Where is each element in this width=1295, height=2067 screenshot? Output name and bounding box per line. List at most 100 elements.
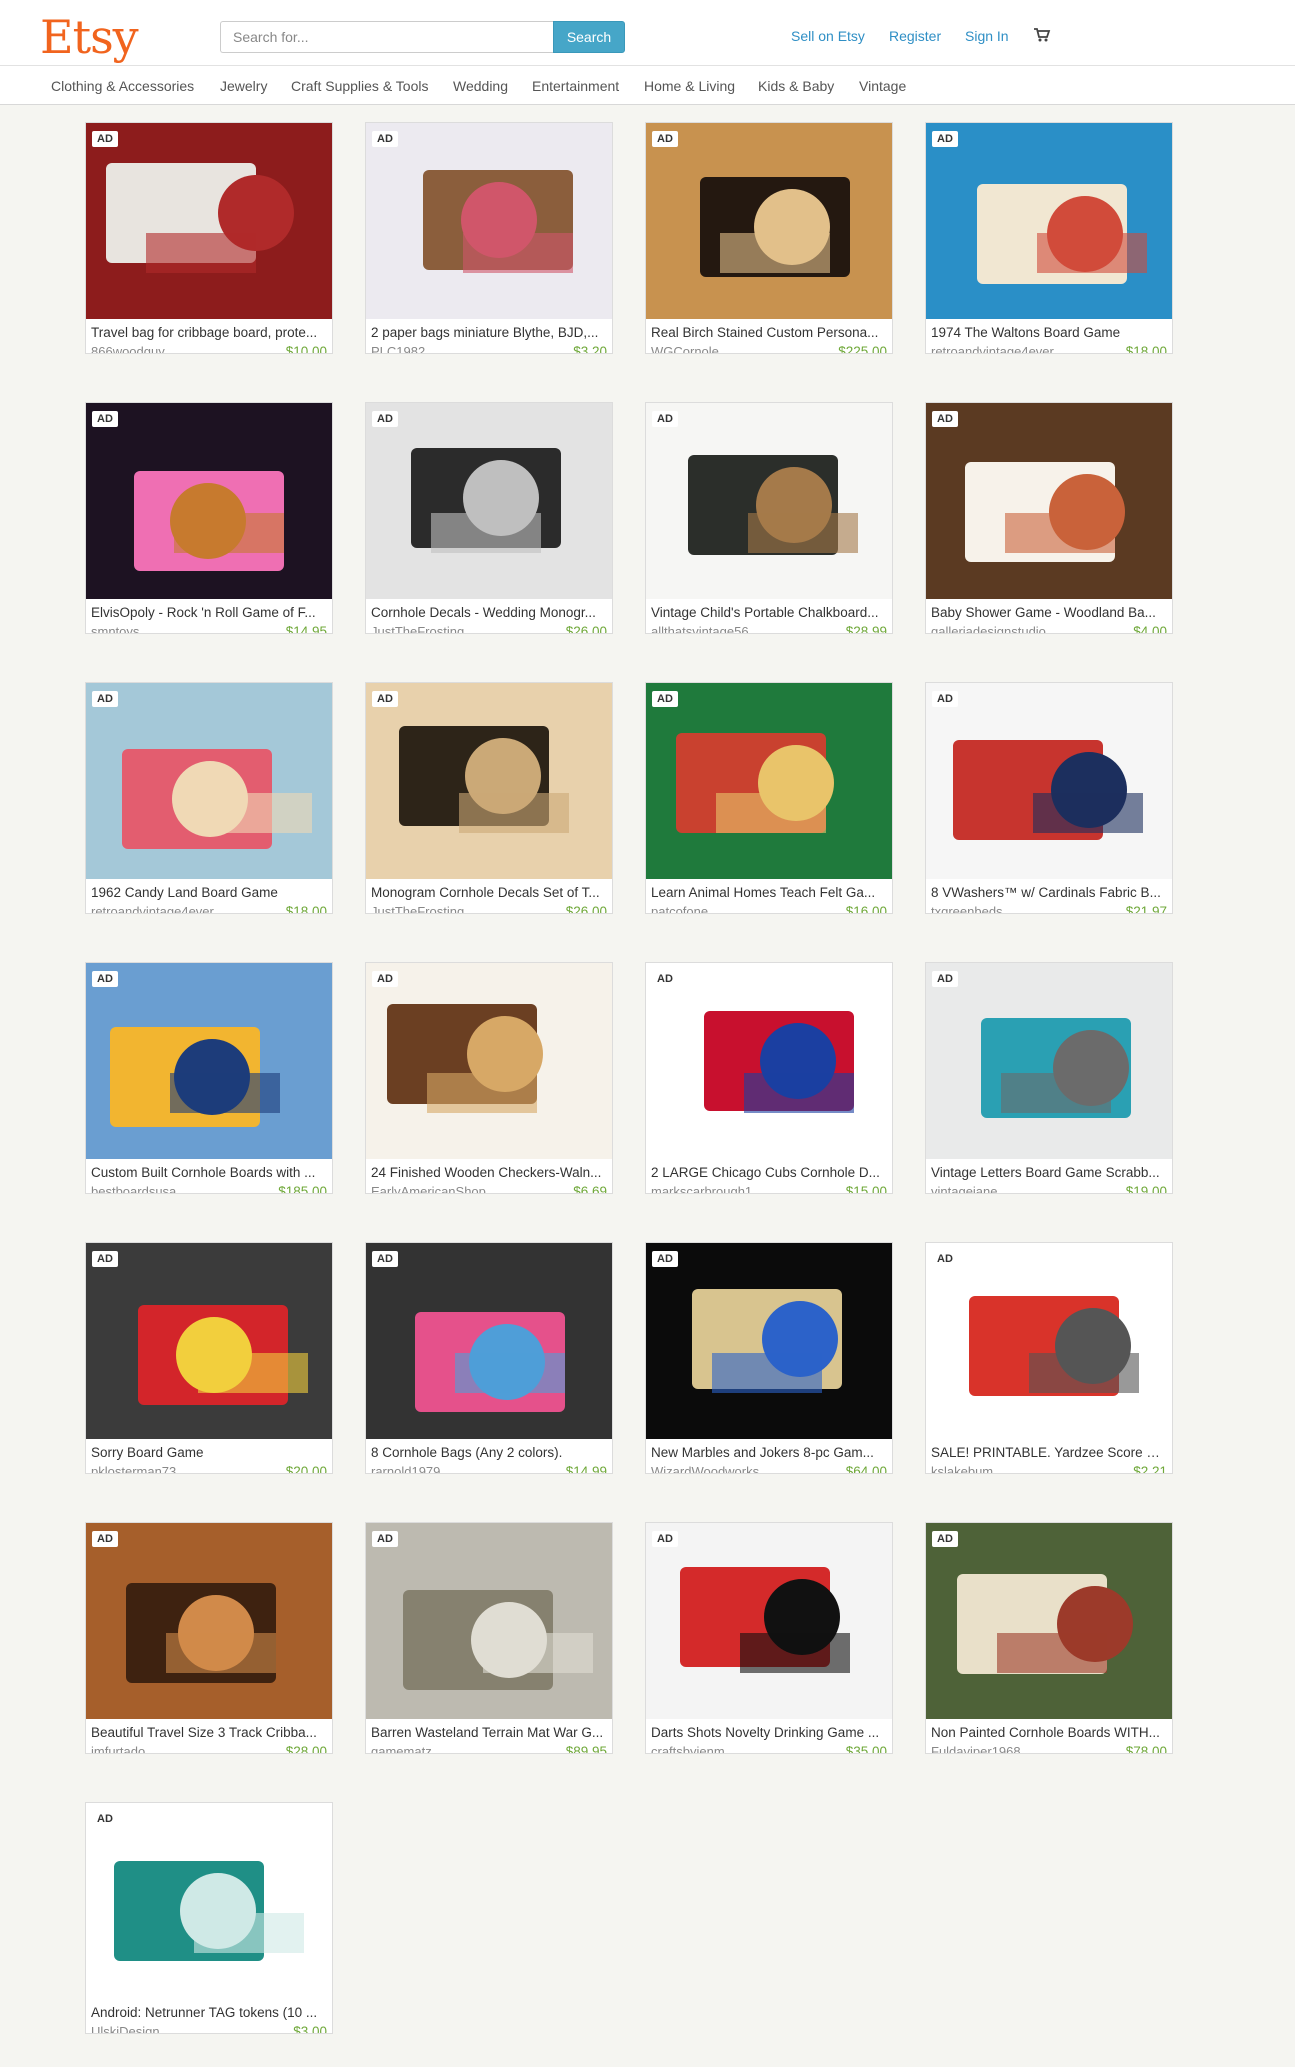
listing-shop-name[interactable]: patcofone	[651, 904, 801, 913]
listing-shop-name[interactable]: retroandvintage4ever	[931, 344, 1081, 353]
listing-card[interactable]: AD Barren Wasteland Terrain Mat War G... g…	[365, 1522, 613, 1754]
listing-shop-name[interactable]: allthatsvintage56	[651, 624, 801, 633]
listing-card[interactable]: AD New Marbles and Jokers 8-pc Gam... Wiza…	[645, 1242, 893, 1474]
listing-shop-name[interactable]: txgreenbeds	[931, 904, 1081, 913]
listing-image[interactable]	[646, 1243, 892, 1439]
listing-card[interactable]: AD Android: Netrunner TAG tokens (10 ... U…	[85, 1802, 333, 2034]
listing-title[interactable]: Custom Built Cornhole Boards with ...	[91, 1165, 327, 1180]
listing-image[interactable]	[926, 123, 1172, 319]
listing-image[interactable]	[366, 963, 612, 1159]
category-craft-supplies-tools[interactable]: Craft Supplies & Tools	[291, 78, 428, 94]
listing-image[interactable]	[366, 1523, 612, 1719]
listing-image[interactable]	[366, 1243, 612, 1439]
listing-card[interactable]: AD 1962 Candy Land Board Game retroandvint…	[85, 682, 333, 914]
listing-image[interactable]	[366, 683, 612, 879]
category-jewelry[interactable]: Jewelry	[220, 78, 267, 94]
listing-card[interactable]: AD 1974 The Waltons Board Game retroandvin…	[925, 122, 1173, 354]
category-vintage[interactable]: Vintage	[859, 78, 906, 94]
listing-card[interactable]: AD Learn Animal Homes Teach Felt Ga... pat…	[645, 682, 893, 914]
listing-shop-name[interactable]: craftsbyjenm	[651, 1744, 801, 1753]
listing-title[interactable]: 2 LARGE Chicago Cubs Cornhole D...	[651, 1165, 887, 1180]
listing-card[interactable]: AD Darts Shots Novelty Drinking Game ... c…	[645, 1522, 893, 1754]
listing-image[interactable]	[86, 1803, 332, 1999]
listing-shop-name[interactable]: kslakebum	[931, 1464, 1081, 1473]
listing-image[interactable]	[86, 963, 332, 1159]
listing-shop-name[interactable]: JustTheFrosting	[371, 624, 521, 633]
listing-image[interactable]	[926, 963, 1172, 1159]
listing-title[interactable]: Non Painted Cornhole Boards WITH...	[931, 1725, 1167, 1740]
listing-title[interactable]: 24 Finished Wooden Checkers-Waln...	[371, 1165, 607, 1180]
listing-shop-name[interactable]: rarnold1979	[371, 1464, 521, 1473]
listing-card[interactable]: AD Vintage Child's Portable Chalkboard...…	[645, 402, 893, 634]
listing-shop-name[interactable]: WGCornole	[651, 344, 801, 353]
listing-shop-name[interactable]: vintagejane	[931, 1184, 1081, 1193]
listing-card[interactable]: AD Non Painted Cornhole Boards WITH... Ful…	[925, 1522, 1173, 1754]
listing-card[interactable]: AD Baby Shower Game - Woodland Ba... galle…	[925, 402, 1173, 634]
listing-shop-name[interactable]: JustTheFrosting	[371, 904, 521, 913]
listing-title[interactable]: New Marbles and Jokers 8-pc Gam...	[651, 1445, 887, 1460]
listing-image[interactable]	[86, 1523, 332, 1719]
listing-title[interactable]: Darts Shots Novelty Drinking Game ...	[651, 1725, 887, 1740]
listing-image[interactable]	[926, 683, 1172, 879]
listing-image[interactable]	[86, 123, 332, 319]
listing-title[interactable]: ElvisOpoly - Rock 'n Roll Game of F...	[91, 605, 327, 620]
listing-image[interactable]	[926, 1243, 1172, 1439]
listing-title[interactable]: Vintage Child's Portable Chalkboard...	[651, 605, 887, 620]
listing-image[interactable]	[366, 403, 612, 599]
listing-image[interactable]	[646, 1523, 892, 1719]
listing-title[interactable]: Beautiful Travel Size 3 Track Cribba...	[91, 1725, 327, 1740]
listing-card[interactable]: AD 8 Cornhole Bags (Any 2 colors). rarnold…	[365, 1242, 613, 1474]
listing-card[interactable]: AD 2 LARGE Chicago Cubs Cornhole D... mark…	[645, 962, 893, 1194]
listing-card[interactable]: AD SALE! PRINTABLE. Yardzee Score C... ksl…	[925, 1242, 1173, 1474]
listing-card[interactable]: AD ElvisOpoly - Rock 'n Roll Game of F...…	[85, 402, 333, 634]
sell-on-etsy-link[interactable]: Sell on Etsy	[791, 28, 865, 44]
listing-title[interactable]: Barren Wasteland Terrain Mat War G...	[371, 1725, 607, 1740]
cart-icon[interactable]	[1033, 27, 1051, 43]
listing-title[interactable]: Cornhole Decals - Wedding Monogr...	[371, 605, 607, 620]
listing-shop-name[interactable]: bestboardsusa	[91, 1184, 241, 1193]
listing-title[interactable]: SALE! PRINTABLE. Yardzee Score C...	[931, 1445, 1167, 1460]
sign-in-link[interactable]: Sign In	[965, 28, 1009, 44]
listing-image[interactable]	[646, 683, 892, 879]
category-entertainment[interactable]: Entertainment	[532, 78, 619, 94]
category-kids-baby[interactable]: Kids & Baby	[758, 78, 834, 94]
listing-image[interactable]	[366, 123, 612, 319]
listing-card[interactable]: AD Vintage Letters Board Game Scrabb... vi…	[925, 962, 1173, 1194]
listing-image[interactable]	[926, 1523, 1172, 1719]
listing-title[interactable]: Vintage Letters Board Game Scrabb...	[931, 1165, 1167, 1180]
listing-image[interactable]	[926, 403, 1172, 599]
listing-image[interactable]	[646, 403, 892, 599]
listing-shop-name[interactable]: WizardWoodworks	[651, 1464, 801, 1473]
listing-shop-name[interactable]: EarlyAmericanShop	[371, 1184, 521, 1193]
listing-card[interactable]: AD Beautiful Travel Size 3 Track Cribba..…	[85, 1522, 333, 1754]
listing-title[interactable]: 8 VWashers™ w/ Cardinals Fabric B...	[931, 885, 1167, 900]
listing-title[interactable]: 1962 Candy Land Board Game	[91, 885, 327, 900]
listing-shop-name[interactable]: jmfurtado	[91, 1744, 241, 1753]
listing-shop-name[interactable]: Fuldaviper1968	[931, 1744, 1081, 1753]
category-wedding[interactable]: Wedding	[453, 78, 508, 94]
listing-image[interactable]	[86, 403, 332, 599]
listing-title[interactable]: Learn Animal Homes Teach Felt Ga...	[651, 885, 887, 900]
register-link[interactable]: Register	[889, 28, 941, 44]
listing-image[interactable]	[646, 123, 892, 319]
listing-title[interactable]: Baby Shower Game - Woodland Ba...	[931, 605, 1167, 620]
listing-title[interactable]: 1974 The Waltons Board Game	[931, 325, 1167, 340]
listing-card[interactable]: AD Custom Built Cornhole Boards with ... b…	[85, 962, 333, 1194]
listing-shop-name[interactable]: gamematz	[371, 1744, 521, 1753]
listing-card[interactable]: AD 8 VWashers™ w/ Cardinals Fabric B... tx…	[925, 682, 1173, 914]
listing-card[interactable]: AD Travel bag for cribbage board, prote..…	[85, 122, 333, 354]
listing-title[interactable]: Sorry Board Game	[91, 1445, 327, 1460]
listing-card[interactable]: AD Real Birch Stained Custom Persona... WG…	[645, 122, 893, 354]
category-clothing-accessories[interactable]: Clothing & Accessories	[51, 78, 194, 94]
listing-title[interactable]: 8 Cornhole Bags (Any 2 colors).	[371, 1445, 607, 1460]
listing-card[interactable]: AD Cornhole Decals - Wedding Monogr... Jus…	[365, 402, 613, 634]
listing-shop-name[interactable]: retroandvintage4ever	[91, 904, 241, 913]
listing-title[interactable]: Android: Netrunner TAG tokens (10 ...	[91, 2005, 327, 2020]
listing-title[interactable]: Monogram Cornhole Decals Set of T...	[371, 885, 607, 900]
listing-image[interactable]	[86, 1243, 332, 1439]
listing-shop-name[interactable]: 866woodguy	[91, 344, 241, 353]
category-home-living[interactable]: Home & Living	[644, 78, 735, 94]
listing-card[interactable]: AD Monogram Cornhole Decals Set of T... Ju…	[365, 682, 613, 914]
listing-title[interactable]: Travel bag for cribbage board, prote...	[91, 325, 327, 340]
listing-image[interactable]	[646, 963, 892, 1159]
